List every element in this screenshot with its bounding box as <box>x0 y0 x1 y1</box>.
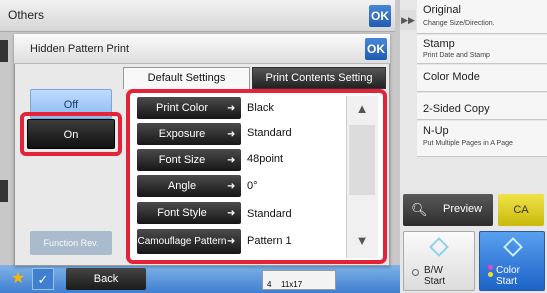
color-start-line2: Start <box>496 276 518 287</box>
magnifier-icon: 🔍︎ <box>411 202 428 217</box>
color-dot-icon <box>488 272 493 277</box>
exposure-button[interactable]: Exposure ➜ <box>137 123 241 145</box>
bw-indicator-icon <box>412 269 419 276</box>
start-diamond-icon <box>503 237 523 257</box>
angle-button[interactable]: Angle ➜ <box>137 175 241 197</box>
dialog-ok-button[interactable]: OK <box>365 38 387 60</box>
print-color-value: Black <box>247 102 274 114</box>
scroll-up-icon[interactable]: ▲ <box>349 98 375 120</box>
tab-print-contents-setting[interactable]: Print Contents Setting <box>252 67 386 89</box>
sidebar-item-sub: Put Multiple Pages in A Page <box>423 140 513 147</box>
row-label: Camouflage Pattern <box>137 236 227 247</box>
preview-button[interactable]: 🔍︎ Preview <box>403 194 493 226</box>
row-label: Print Color <box>156 101 208 114</box>
sidebar-item-original[interactable]: Original Change Size/Direction. <box>417 0 547 34</box>
sidebar-item-label: Stamp <box>423 38 455 50</box>
paper-size: 11x17 <box>281 280 303 289</box>
paper-indicator: 4 11x17 <box>262 270 336 290</box>
others-ok-button[interactable]: OK <box>369 5 391 27</box>
left-strip <box>0 180 8 202</box>
sidebar-item-label: 2-Sided Copy <box>423 103 490 115</box>
on-button[interactable]: On <box>27 119 115 149</box>
arrow-right-icon: ➜ <box>227 180 236 192</box>
sidebar-item-label: N-Up <box>423 125 449 137</box>
check-icon[interactable]: ✓ <box>32 268 54 290</box>
scroll-down-icon[interactable]: ▼ <box>349 230 375 252</box>
sidebar-expand-icon[interactable]: ▶▶ <box>400 10 416 30</box>
row-label: Angle <box>167 179 197 192</box>
bw-start-button[interactable]: B/W Start <box>403 231 475 291</box>
bw-start-line2: Start <box>424 276 446 287</box>
color-start-line1: Color <box>496 265 520 276</box>
sidebar-item-color-mode[interactable]: Color Mode <box>417 65 547 92</box>
tab-default-settings[interactable]: Default Settings <box>123 67 250 89</box>
sidebar-item-label: Original <box>423 4 461 16</box>
color-dot-icon <box>488 265 493 270</box>
font-style-button[interactable]: Font Style ➜ <box>137 202 241 224</box>
sidebar-item-stamp[interactable]: Stamp Print Date and Stamp <box>417 35 547 64</box>
preview-label: Preview <box>443 203 483 215</box>
print-color-button[interactable]: Print Color ➜ <box>137 97 241 119</box>
sidebar-item-sub: Change Size/Direction. <box>423 20 495 27</box>
clear-all-button[interactable]: CA <box>498 194 544 226</box>
others-header <box>0 0 395 32</box>
start-diamond-icon <box>429 237 449 257</box>
star-icon[interactable]: ★ <box>8 268 28 290</box>
row-label: Exposure <box>158 127 206 140</box>
back-button[interactable]: Back <box>66 268 146 290</box>
paper-count: 4 <box>267 280 272 289</box>
camouflage-pattern-value: Pattern 1 <box>247 235 292 247</box>
sidebar-item-label: Color Mode <box>423 71 480 83</box>
function-review-button[interactable]: Function Rev. <box>30 231 112 255</box>
scroll-thumb[interactable] <box>349 125 375 195</box>
dialog-title: Hidden Pattern Print <box>30 43 130 55</box>
left-strip <box>0 40 8 62</box>
row-label: Font Size <box>158 153 206 166</box>
bw-start-line1: B/W <box>424 265 443 276</box>
font-size-value: 48point <box>247 153 284 165</box>
arrow-right-icon: ➜ <box>227 236 236 247</box>
sidebar-item-sub: Print Date and Stamp <box>423 52 490 59</box>
arrow-right-icon: ➜ <box>227 102 236 114</box>
bottom-bar <box>0 265 400 293</box>
sidebar-item-n-up[interactable]: N-Up Put Multiple Pages in A Page <box>417 121 547 157</box>
others-title: Others <box>8 8 45 22</box>
camouflage-pattern-button[interactable]: Camouflage Pattern ➜ <box>137 229 241 254</box>
exposure-value: Standard <box>247 127 292 139</box>
row-label: Font Style <box>157 206 207 219</box>
arrow-right-icon: ➜ <box>227 128 236 140</box>
angle-value: 0° <box>247 180 258 192</box>
sidebar-item-2-sided-copy[interactable]: 2-Sided Copy <box>417 93 547 120</box>
arrow-right-icon: ➜ <box>227 207 236 219</box>
font-style-value: Standard <box>247 208 292 220</box>
arrow-right-icon: ➜ <box>227 154 236 166</box>
color-start-button[interactable]: Color Start <box>479 231 545 291</box>
font-size-button[interactable]: Font Size ➜ <box>137 149 241 171</box>
